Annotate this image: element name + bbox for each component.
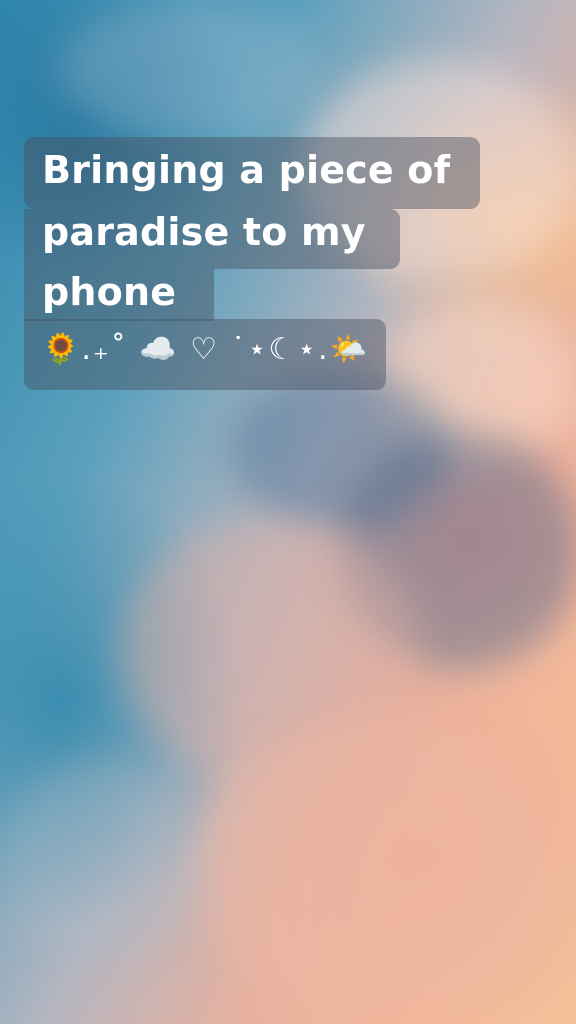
caption-line-3: phone bbox=[42, 270, 177, 314]
caption-line-2: paradise to my bbox=[42, 210, 366, 254]
emoji-decoration-line: 🌻.₊˚ ☁️ ♡ ˙⋆☾⋆.🌤️ bbox=[42, 332, 369, 367]
story-caption: Bringing a piece of paradise to my phone… bbox=[0, 0, 576, 1024]
caption-line-1: Bringing a piece of bbox=[42, 148, 451, 192]
